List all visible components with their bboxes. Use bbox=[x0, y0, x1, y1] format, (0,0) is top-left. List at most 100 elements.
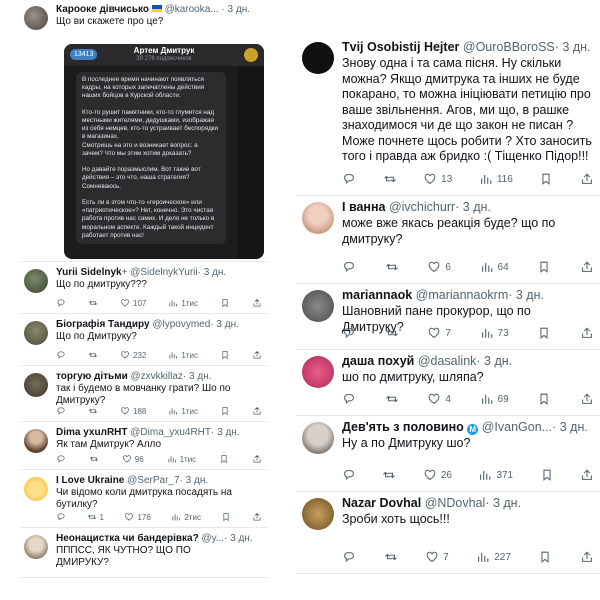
author-name[interactable]: mariannaok bbox=[342, 288, 412, 302]
share-button[interactable] bbox=[252, 454, 262, 464]
views-button[interactable]: 73 bbox=[480, 326, 509, 340]
reply-tweet[interactable]: торгую дітьми @zxvkkillaz· 3 дн. так і бу… bbox=[20, 366, 268, 422]
reply-button[interactable] bbox=[342, 550, 356, 564]
tweet-time[interactable]: · 3 дн. bbox=[183, 371, 212, 382]
author-handle[interactable]: @SerPar_7 bbox=[127, 475, 179, 486]
author-name[interactable]: Біографія Тандиру bbox=[56, 319, 150, 330]
reply-tweet[interactable]: Nazar Dovhal @NDovhal· 3 дн. Зроби хоть щ… bbox=[296, 492, 600, 574]
views-button[interactable]: 1тис bbox=[168, 350, 198, 360]
avatar[interactable] bbox=[24, 269, 48, 293]
avatar[interactable] bbox=[302, 498, 334, 530]
views-button[interactable]: 1тис bbox=[168, 406, 198, 416]
like-button[interactable]: 6 bbox=[427, 260, 451, 274]
like-button[interactable]: 26 bbox=[423, 468, 452, 482]
bookmark-button[interactable] bbox=[220, 406, 230, 416]
views-button[interactable]: 1тис bbox=[167, 454, 196, 464]
author-handle[interactable]: @NDovhal bbox=[425, 496, 486, 510]
retweet-button[interactable] bbox=[88, 350, 98, 360]
tweet-time[interactable]: · 3 дн. bbox=[476, 354, 512, 368]
avatar[interactable] bbox=[24, 429, 48, 453]
share-button[interactable] bbox=[580, 468, 594, 482]
share-button[interactable] bbox=[580, 172, 594, 186]
author-name[interactable]: Неонацистка чи бандерівка? bbox=[56, 533, 199, 544]
author-handle[interactable]: @dasalink bbox=[418, 354, 477, 368]
reply-tweet[interactable]: Біографія Тандиру @lypovymed· 3 дн. Що по… bbox=[20, 314, 268, 366]
share-button[interactable] bbox=[580, 326, 594, 340]
like-button[interactable]: 4 bbox=[427, 392, 451, 406]
reply-tweet[interactable]: I Love Ukraine @SerPar_7· 3 дн. Чи відомо… bbox=[20, 470, 268, 528]
reply-button[interactable] bbox=[342, 326, 356, 340]
bookmark-button[interactable] bbox=[537, 260, 551, 274]
tweet-time[interactable]: · 3 дн. bbox=[210, 319, 239, 330]
reply-tweet[interactable]: Yurii Sidelnyk+ @SidelnykYurii· 3 дн. Що … bbox=[20, 262, 268, 314]
bookmark-button[interactable] bbox=[220, 350, 230, 360]
bookmark-button[interactable] bbox=[538, 550, 552, 564]
reply-button[interactable] bbox=[56, 512, 66, 522]
retweet-button[interactable] bbox=[89, 454, 99, 464]
retweet-button[interactable]: 1 bbox=[87, 512, 104, 522]
retweet-button[interactable] bbox=[88, 406, 98, 416]
retweet-button[interactable] bbox=[382, 468, 396, 482]
author-name[interactable]: даша похуй bbox=[342, 354, 414, 368]
avatar[interactable] bbox=[302, 422, 334, 454]
views-button[interactable]: 371 bbox=[478, 468, 513, 482]
reply-tweet[interactable]: Неонацистка чи бандерівка? @у...· 3 дн. П… bbox=[20, 528, 268, 578]
reply-tweet[interactable]: mariannaok @mariannaokrm· 3 дн. Шановний … bbox=[296, 284, 600, 350]
share-button[interactable] bbox=[580, 392, 594, 406]
bookmark-button[interactable] bbox=[219, 454, 229, 464]
author-name[interactable]: торгую дітьми bbox=[56, 371, 128, 382]
like-button[interactable]: 232 bbox=[120, 350, 146, 360]
tweet-time[interactable]: · 3 дн. bbox=[555, 40, 591, 54]
views-button[interactable]: 1тис bbox=[168, 298, 198, 308]
like-button[interactable]: 188 bbox=[120, 406, 146, 416]
author-handle[interactable]: @SidelnykYurii bbox=[130, 267, 197, 278]
author-name[interactable]: І ванна bbox=[342, 200, 385, 214]
avatar[interactable] bbox=[24, 477, 48, 501]
views-button[interactable]: 2тис bbox=[171, 512, 201, 522]
author-handle[interactable]: @mariannaokrm bbox=[416, 288, 509, 302]
reply-button[interactable] bbox=[342, 468, 356, 482]
bookmark-button[interactable] bbox=[540, 468, 554, 482]
bookmark-button[interactable] bbox=[221, 512, 231, 522]
share-button[interactable] bbox=[580, 260, 594, 274]
bookmark-button[interactable] bbox=[220, 298, 230, 308]
retweet-button[interactable] bbox=[385, 392, 399, 406]
share-button[interactable] bbox=[580, 550, 594, 564]
avatar[interactable] bbox=[24, 321, 48, 345]
bookmark-button[interactable] bbox=[537, 326, 551, 340]
author-handle[interactable]: @ivchichurr bbox=[389, 200, 455, 214]
tweet-time[interactable]: · 3 дн. bbox=[508, 288, 544, 302]
reply-button[interactable] bbox=[56, 298, 66, 308]
share-button[interactable] bbox=[252, 512, 262, 522]
like-button[interactable]: 7 bbox=[425, 550, 449, 564]
reply-tweet[interactable]: Tvij Osobistij Hejter @OuroBBoroSS· 3 дн… bbox=[296, 36, 600, 196]
reply-tweet[interactable]: Дев'ять з половино M @IvanGon...· 3 дн. Н… bbox=[296, 416, 600, 492]
reply-button[interactable] bbox=[342, 260, 356, 274]
retweet-button[interactable] bbox=[385, 326, 399, 340]
avatar[interactable] bbox=[24, 6, 48, 30]
retweet-button[interactable] bbox=[385, 260, 399, 274]
like-button[interactable]: 107 bbox=[120, 298, 146, 308]
retweet-button[interactable] bbox=[384, 550, 398, 564]
tweet-time[interactable]: · 3 дн. bbox=[198, 267, 227, 278]
tweet-time[interactable]: · 3 дн. bbox=[224, 533, 253, 544]
author-handle[interactable]: @zxvkkillaz bbox=[131, 371, 183, 382]
author-name[interactable]: I Love Ukraine bbox=[56, 475, 124, 486]
author-name[interactable]: Дев'ять з половино bbox=[342, 420, 464, 434]
share-button[interactable] bbox=[252, 406, 262, 416]
share-button[interactable] bbox=[252, 350, 262, 360]
avatar[interactable] bbox=[302, 356, 334, 388]
views-button[interactable]: 69 bbox=[480, 392, 509, 406]
reply-button[interactable] bbox=[56, 350, 66, 360]
author-name[interactable]: Dima ухuлRHT bbox=[56, 427, 128, 438]
main-tweet[interactable]: Карооке дівчисько @karooka... · 3 дн. Що… bbox=[20, 0, 268, 262]
tweet-time[interactable]: · 3 дн. bbox=[485, 496, 521, 510]
author-name[interactable]: Tvij Osobistij Hejter bbox=[342, 40, 459, 54]
avatar[interactable] bbox=[24, 373, 48, 397]
reply-tweet[interactable]: І ванна @ivchichurr· 3 дн. може вже якась… bbox=[296, 196, 600, 284]
tweet-time[interactable]: · 3 дн. bbox=[180, 475, 209, 486]
reply-button[interactable] bbox=[342, 172, 356, 186]
like-button[interactable]: 13 bbox=[423, 172, 452, 186]
reply-button[interactable] bbox=[56, 454, 66, 464]
author-handle[interactable]: @karooka... bbox=[165, 4, 219, 15]
